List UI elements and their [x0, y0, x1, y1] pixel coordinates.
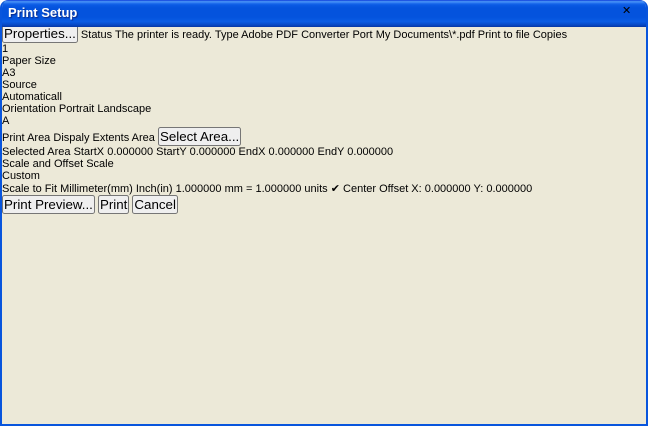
- endx-field[interactable]: 0.000000: [269, 146, 315, 158]
- select-area-button[interactable]: Select Area...: [158, 127, 241, 146]
- mm-unit-label: mm: [225, 183, 243, 195]
- offset-y-label: Y:: [474, 183, 484, 195]
- cancel-button[interactable]: Cancel: [132, 195, 178, 214]
- orientation-letter: A: [2, 115, 9, 127]
- millimeter-radio-label: Millimeter(mm): [60, 183, 133, 195]
- inch-radio-label: Inch(in): [136, 183, 173, 195]
- print-to-file-label: Print to file: [478, 29, 530, 41]
- printer-type-value: Adobe PDF Converter: [241, 29, 349, 41]
- printer-status-value: The printer is ready.: [115, 29, 212, 41]
- center-checkbox[interactable]: ✔: [331, 183, 343, 195]
- center-label: Center: [343, 183, 376, 195]
- print-preview-button[interactable]: Print Preview...: [2, 195, 95, 214]
- print-area-group-caption: Print Area: [2, 132, 50, 144]
- close-icon: ✕: [622, 5, 631, 17]
- area-radio-label: Area: [132, 132, 155, 144]
- starty-label: StartY: [156, 146, 186, 158]
- copies-label: Copies: [533, 29, 567, 41]
- equals-sign: =: [246, 183, 252, 195]
- scale-offset-group: Scale and Offset Scale Custom Scale to F…: [2, 158, 646, 195]
- landscape-label: Landscape: [97, 103, 151, 115]
- titlebar[interactable]: Print Setup ✕: [0, 0, 648, 27]
- display-radio-label: Dispaly: [53, 132, 89, 144]
- portrait-label: Portrait: [59, 103, 94, 115]
- starty-field[interactable]: 0.000000: [190, 146, 236, 158]
- selected-area-group: Selected Area StartX 0.000000 StartY 0.0…: [2, 146, 646, 158]
- paper-size-value: A3: [2, 67, 15, 79]
- paper-source-value: Automaticall: [2, 91, 62, 103]
- selected-area-group-caption: Selected Area: [2, 146, 71, 158]
- copies-value: 1: [2, 43, 8, 55]
- scale-offset-group-caption: Scale and Offset: [2, 158, 83, 170]
- paper-group: Paper Size A3 Source Automaticall: [2, 55, 646, 103]
- printer-type-label: Type: [215, 29, 239, 41]
- window-title: Print Setup: [8, 0, 77, 26]
- offset-y-field: 0.000000: [486, 183, 532, 195]
- orientation-group-caption: Orientation: [2, 103, 56, 115]
- offset-x-label: Offset X:: [379, 183, 422, 195]
- printer-port-label: Port: [352, 29, 372, 41]
- extents-radio-label: Extents: [93, 132, 130, 144]
- orientation-preview-icon: A: [2, 115, 646, 127]
- print-area-group: Print Area Dispaly Extents Area Select A…: [2, 127, 646, 146]
- close-button[interactable]: ✕: [622, 4, 643, 24]
- startx-label: StartX: [74, 146, 105, 158]
- endx-label: EndX: [239, 146, 266, 158]
- endy-label: EndY: [317, 146, 344, 158]
- scale-to-fit-label: Scale to Fit: [2, 183, 57, 195]
- endy-field[interactable]: 0.000000: [347, 146, 393, 158]
- paper-group-caption: Paper: [2, 55, 31, 67]
- print-setup-dialog: Print Setup ✕ Printer Name Adobe PDF Pro…: [0, 0, 648, 426]
- scale-value: Custom: [2, 170, 40, 182]
- paper-size-select[interactable]: A3: [2, 67, 646, 79]
- offset-x-field: 0.000000: [425, 183, 471, 195]
- scale-select[interactable]: Custom: [2, 170, 646, 182]
- mm-value-input[interactable]: 1.000000: [176, 183, 222, 195]
- units-value-input[interactable]: 1.000000: [255, 183, 301, 195]
- orientation-group: Orientation Portrait Landscape A: [2, 103, 646, 127]
- copies-stepper[interactable]: 1: [2, 43, 646, 55]
- startx-field[interactable]: 0.000000: [107, 146, 153, 158]
- printer-status-label: Status: [81, 29, 112, 41]
- units-unit-label: units: [304, 183, 327, 195]
- check-icon: ✔: [331, 183, 340, 195]
- print-button[interactable]: Print: [98, 195, 129, 214]
- paper-source-select[interactable]: Automaticall: [2, 91, 646, 103]
- paper-source-label: Source: [2, 79, 37, 91]
- paper-size-label: Size: [34, 55, 55, 67]
- scale-label: Scale: [86, 158, 114, 170]
- printer-port-value: My Documents\*.pdf: [376, 29, 475, 41]
